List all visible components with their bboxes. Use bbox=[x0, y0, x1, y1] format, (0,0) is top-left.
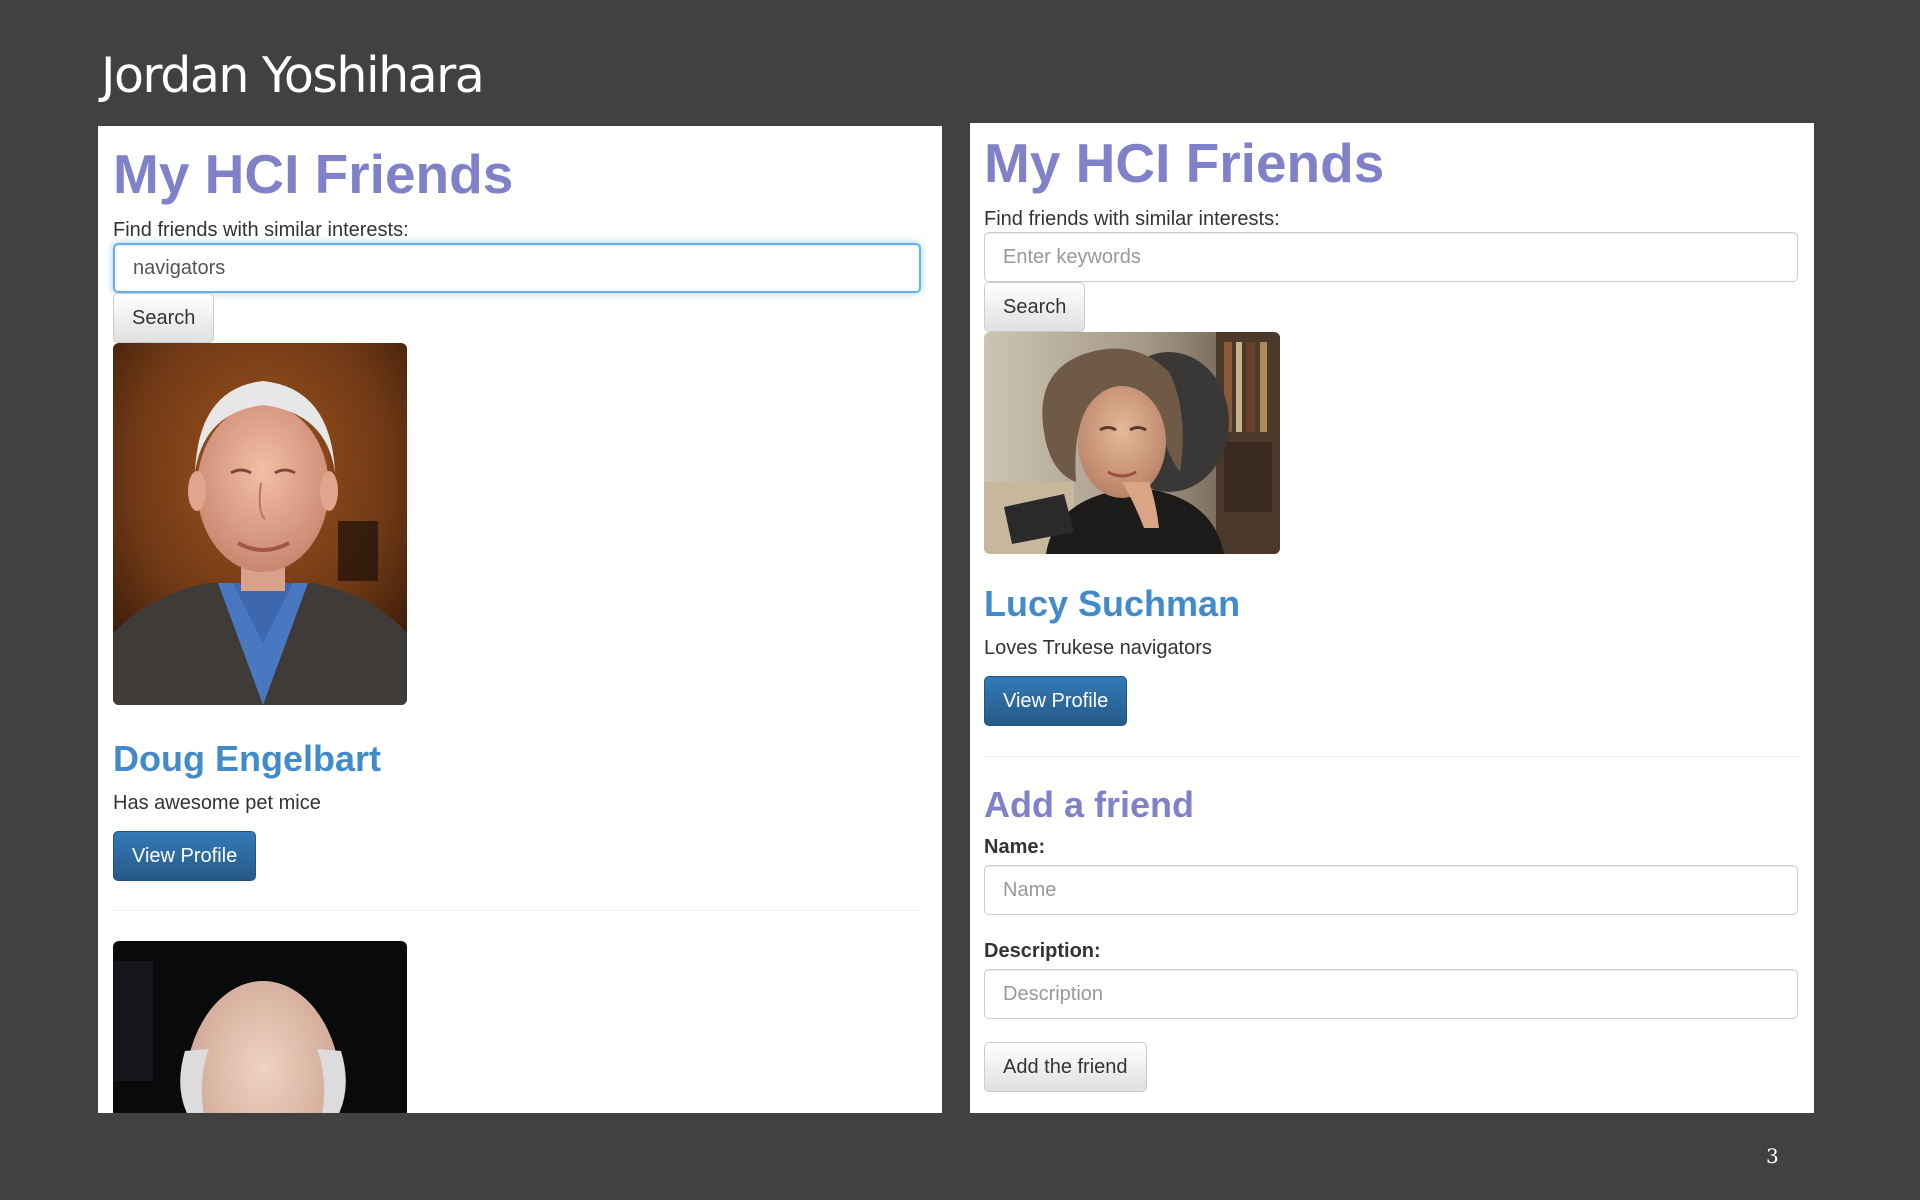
friend-description: Has awesome pet mice bbox=[113, 792, 321, 814]
view-profile-button[interactable]: View Profile bbox=[984, 676, 1128, 726]
view-profile-button[interactable]: View Profile bbox=[113, 831, 257, 881]
friend-name[interactable]: Lucy Suchman bbox=[984, 584, 1798, 624]
left-browser-panel: My HCI Friends Find friends with similar… bbox=[98, 126, 942, 1113]
name-input[interactable] bbox=[984, 865, 1798, 915]
search-button[interactable]: Search bbox=[113, 293, 215, 343]
right-browser-panel: My HCI Friends Find friends with similar… bbox=[970, 123, 1814, 1113]
slide-number: 3 bbox=[1766, 1144, 1779, 1168]
add-friend-button[interactable]: Add the friend bbox=[984, 1042, 1147, 1092]
search-label: Find friends with similar interests: bbox=[113, 219, 409, 241]
search-input[interactable] bbox=[113, 243, 921, 293]
friend-photo-second bbox=[113, 941, 407, 1113]
search-button[interactable]: Search bbox=[984, 282, 1086, 332]
name-field-label: Name: bbox=[984, 836, 1046, 858]
description-field-label: Description: bbox=[984, 940, 1101, 962]
friend-photo-lucy-suchman bbox=[984, 332, 1280, 554]
app-title: My HCI Friends bbox=[113, 143, 514, 205]
search-input[interactable] bbox=[984, 232, 1798, 282]
search-label: Find friends with similar interests: bbox=[984, 208, 1280, 230]
slide-title: Jordan Yoshihara bbox=[101, 47, 485, 104]
app-title: My HCI Friends bbox=[984, 132, 1385, 194]
friend-description: Loves Trukese navigators bbox=[984, 637, 1212, 659]
description-input[interactable] bbox=[984, 969, 1798, 1019]
friend-photo-doug-engelbart bbox=[113, 343, 407, 705]
add-friend-heading: Add a friend bbox=[984, 784, 1195, 825]
friend-name[interactable]: Doug Engelbart bbox=[113, 739, 921, 779]
